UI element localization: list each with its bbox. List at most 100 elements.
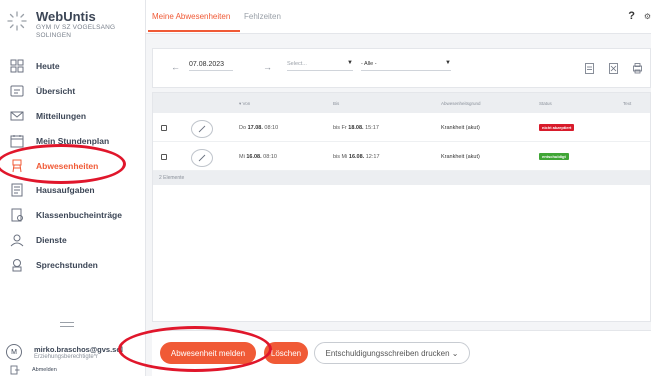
status-badge: nicht akzeptiert [539,124,575,131]
to-time: 12:17 [365,154,380,160]
grid-icon [10,59,24,73]
nav-item-dienste[interactable]: Dienste [0,228,146,253]
from-date: 16.08. [246,154,262,160]
edit-button[interactable] [191,149,213,167]
nav-label: Übersicht [36,86,76,97]
nav-item-sprechstunden[interactable]: Sprechstunden [0,252,146,277]
more-icon[interactable]: ⚙ [644,12,651,21]
logout-icon [10,365,20,375]
from-day: Mi [239,154,245,160]
filter-bar: ← 07.08.2023 → Select... ▼ - Alle - ▼ [152,48,651,88]
calendar-icon [10,134,24,148]
to-prefix: bis Mi [333,154,348,160]
table-header: ▾ Von Bis Abwesenheitsgrund Status Text [153,93,650,113]
nav-label: Dienste [36,234,67,245]
help-button[interactable]: ? [628,10,635,22]
collapse-handle[interactable] [60,322,74,323]
nav-item-mein-stundenplan[interactable]: Mein Stundenplan [0,128,146,153]
column-header-grund[interactable]: Abwesenheitsgrund [441,101,481,106]
print-excuse-button[interactable]: Entschuldigungsschreiben drucken ⌄ [314,342,470,364]
to-cell: bis Mi 16.08. 12:17 [333,154,380,160]
student-select-placeholder: Select... [287,61,307,67]
school-name-line2: SOLINGEN [36,31,72,39]
table-row[interactable]: Do 17.08. 08:10 bis Fr 18.08. 15:17 Kran… [153,113,650,142]
absence-icon [12,159,22,172]
absences-table: ▾ Von Bis Abwesenheitsgrund Status Text … [152,92,651,322]
nav-label: Sprechstunden [36,259,98,270]
chevron-down-icon: ▼ [445,60,451,66]
nav-label: Heute [36,61,60,72]
mail-icon [10,111,24,121]
previous-arrow-icon[interactable]: ← [171,62,180,72]
nav-item-klassenbucheintraege[interactable]: Klassenbucheinträge [0,203,146,228]
to-date: 16.08. [348,154,365,160]
next-arrow-icon[interactable]: → [263,62,272,72]
classbook-icon [11,208,23,222]
collapse-handle-line [60,326,74,327]
nav-label: Mitteilungen [36,110,87,121]
app-name: WebUntis [36,9,96,24]
print-icon[interactable] [633,63,642,74]
nav-item-mitteilungen[interactable]: Mitteilungen [0,104,146,129]
from-date: 17.08. [247,125,263,131]
nav-item-heute[interactable]: Heute [0,54,146,79]
column-header-bis[interactable]: Bis [333,101,339,106]
sidebar: WebUntis GYM IV SZ VOGELSANG SOLINGEN He… [0,0,146,376]
action-bar: Abwesenheit melden Löschen Entschuldigun… [152,330,651,376]
to-time: 15:17 [365,125,379,131]
excel-export-icon[interactable] [609,63,618,74]
edit-button[interactable] [191,120,213,138]
homework-icon [11,183,23,197]
from-cell: Do 17.08. 08:10 [239,125,278,131]
nav-label: Mein Stundenplan [36,135,110,146]
report-absence-button[interactable]: Abwesenheit melden [160,342,256,364]
logout-label: Abmelden [32,367,57,373]
nav-item-hausaufgaben[interactable]: Hausaufgaben [0,178,146,203]
to-prefix: bis Fr [333,125,347,131]
status-select-value: - Alle - [361,61,377,67]
avatar: M [6,344,22,360]
consult-icon [12,258,22,272]
user-role: Erziehungsberechtigte*r [34,353,99,360]
from-cell: Mi 16.08. 08:10 [239,154,277,160]
chevron-down-icon: ▼ [347,60,353,66]
nav-label: Hausaufgaben [36,185,95,196]
overview-icon [10,85,24,97]
main-nav: Heute Übersicht Mitteilungen Mein Stunde… [0,54,146,277]
from-time: 08:10 [264,125,279,131]
to-date: 18.08. [348,125,364,131]
from-day: Do [239,125,247,131]
student-select[interactable]: Select... ▼ [287,60,353,71]
nav-item-abwesenheiten[interactable]: Abwesenheiten [0,153,146,178]
table-row[interactable]: Mi 16.08. 08:10 bis Mi 16.08. 12:17 Kran… [153,142,650,171]
reason-cell: Krankheit (akut) [441,154,480,160]
nav-label: Abwesenheiten [36,160,99,171]
nav-label: Klassenbucheinträge [36,210,122,221]
active-tab-indicator [148,30,240,32]
column-header-text[interactable]: Text [623,101,631,106]
row-checkbox[interactable] [161,154,167,160]
reason-cell: Krankheit (akut) [441,125,480,131]
user-profile[interactable]: M mirko.braschos@gvs.sol Erziehungsberec… [6,344,123,360]
pdf-export-icon[interactable] [585,63,594,74]
brand[interactable]: WebUntis GYM IV SZ VOGELSANG SOLINGEN [6,10,115,39]
tab-meine-abwesenheiten[interactable]: Meine Abwesenheiten [152,12,230,21]
status-select[interactable]: - Alle - ▼ [361,60,451,71]
pencil-icon [198,154,206,162]
nav-item-uebersicht[interactable]: Übersicht [0,79,146,104]
school-name-line1: GYM IV SZ VOGELSANG [36,24,116,31]
column-header-von[interactable]: ▾ Von [239,101,250,107]
delete-button[interactable]: Löschen [264,342,308,364]
pencil-icon [198,125,206,133]
webuntis-logo-icon [7,11,27,31]
tab-bar: Meine Abwesenheiten Fehlzeiten ? ⚙ [146,0,651,34]
person-icon [10,234,24,247]
date-input[interactable]: 07.08.2023 [189,61,233,71]
from-time: 08:10 [263,154,277,160]
logout-link[interactable]: Abmelden [10,365,57,375]
row-checkbox[interactable] [161,125,167,131]
user-name: mirko.braschos@gvs.sol [34,344,124,354]
tab-fehlzeiten[interactable]: Fehlzeiten [244,12,281,21]
column-header-status[interactable]: Status [539,101,552,106]
status-badge: entschuldigt [539,153,569,160]
